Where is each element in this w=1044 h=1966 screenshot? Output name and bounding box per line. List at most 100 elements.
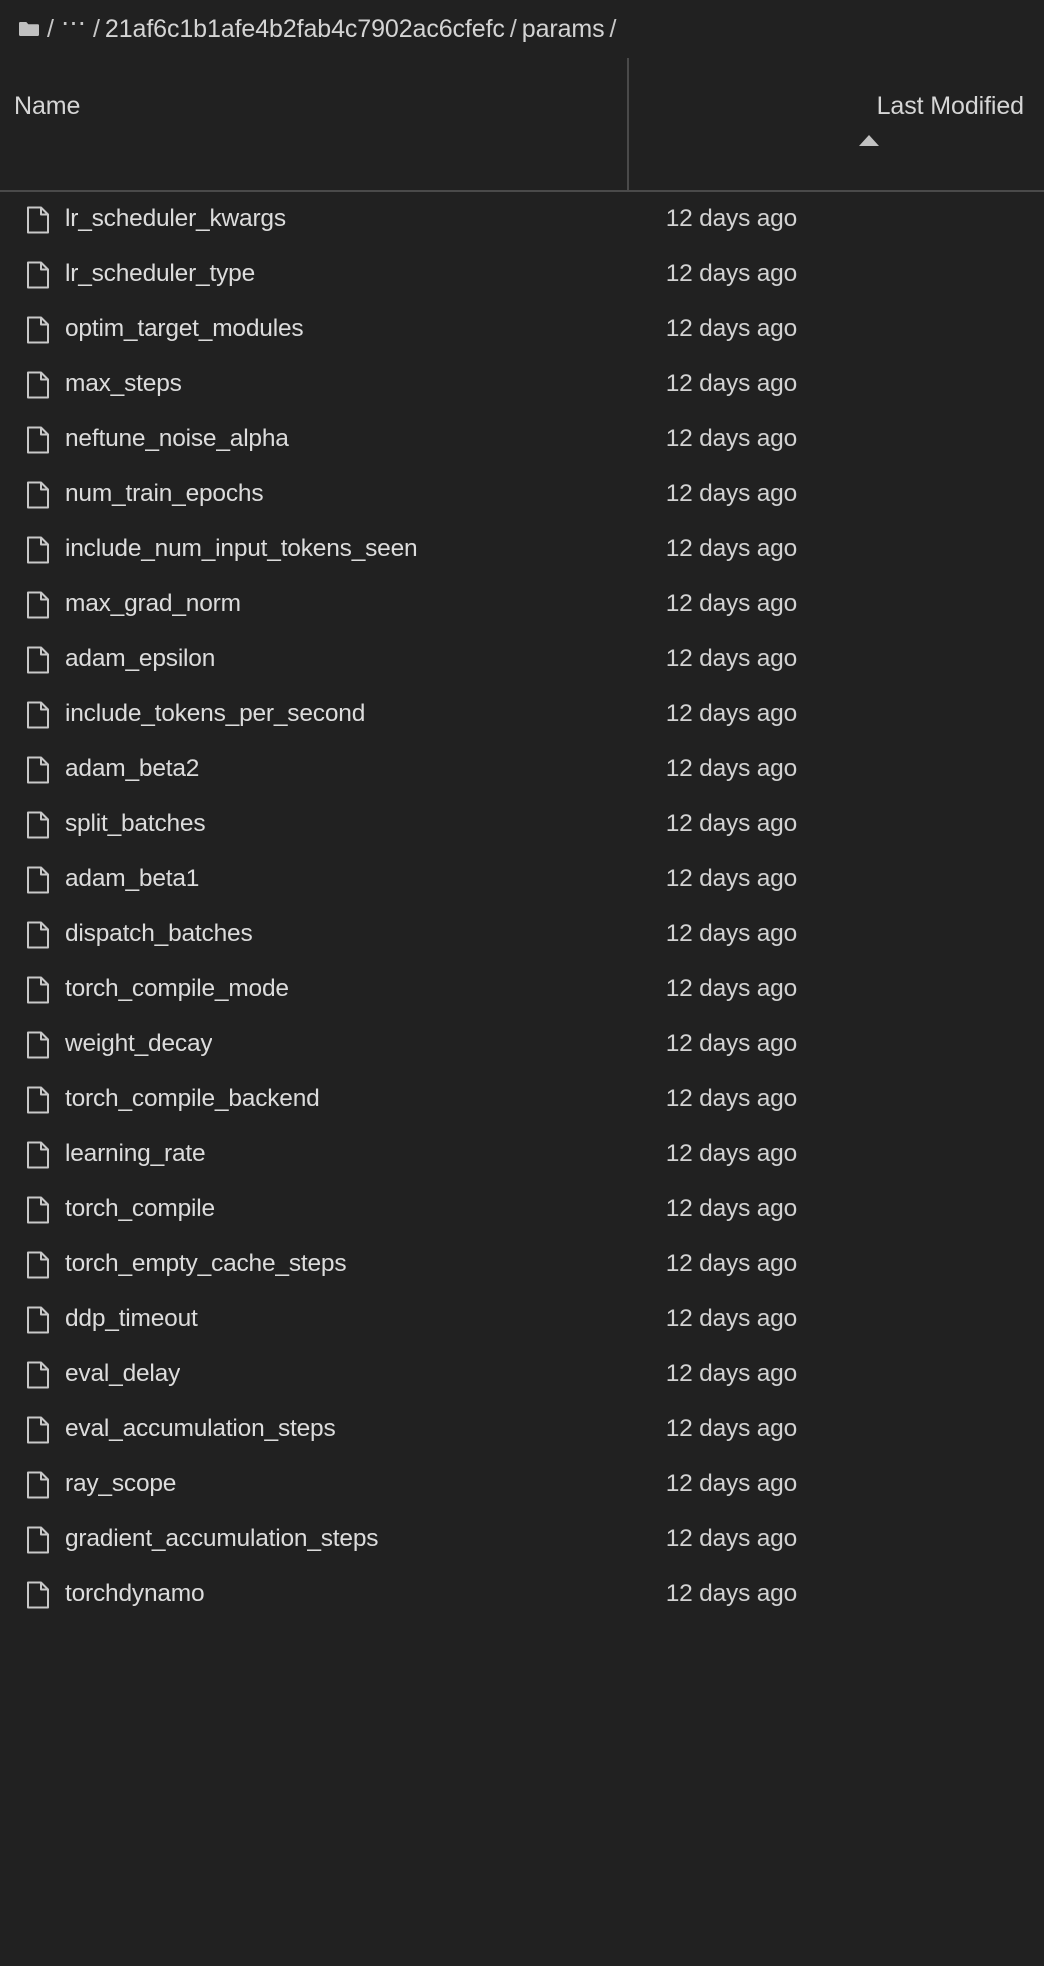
table-row[interactable]: torch_compile_backend 12 days ago <box>0 1072 1044 1127</box>
table-row[interactable]: lr_scheduler_kwargs 12 days ago <box>0 192 1044 247</box>
caret-up-icon <box>859 135 879 146</box>
file-icon <box>27 1471 49 1498</box>
file-last-modified-label: 12 days ago <box>665 920 797 948</box>
breadcrumb-ellipsis[interactable]: ⋯ <box>59 10 88 36</box>
file-name-cell: eval_delay <box>0 1361 627 1389</box>
file-last-modified-label: 12 days ago <box>665 755 797 783</box>
file-last-modified-label: 12 days ago <box>665 1250 797 1278</box>
file-last-modified-label: 12 days ago <box>665 1415 797 1443</box>
table-row[interactable]: weight_decay 12 days ago <box>0 1017 1044 1072</box>
table-row[interactable]: learning_rate 12 days ago <box>0 1127 1044 1182</box>
table-row[interactable]: torch_compile 12 days ago <box>0 1182 1044 1237</box>
table-row[interactable]: dispatch_batches 12 days ago <box>0 907 1044 962</box>
table-row[interactable]: num_train_epochs 12 days ago <box>0 467 1044 522</box>
table-row[interactable]: adam_beta2 12 days ago <box>0 742 1044 797</box>
table-row[interactable]: lr_scheduler_type 12 days ago <box>0 247 1044 302</box>
file-name-label: ddp_timeout <box>65 1307 198 1332</box>
file-name-cell: lr_scheduler_type <box>0 261 627 289</box>
table-row[interactable]: max_steps 12 days ago <box>0 357 1044 412</box>
file-name-cell: lr_scheduler_kwargs <box>0 206 627 234</box>
table-row[interactable]: adam_beta1 12 days ago <box>0 852 1044 907</box>
breadcrumb-item-params[interactable]: params <box>522 16 605 42</box>
file-name-label: ray_scope <box>65 1472 177 1497</box>
table-row[interactable]: ray_scope 12 days ago <box>0 1457 1044 1512</box>
column-header-name-label: Name <box>14 92 81 120</box>
file-icon <box>27 921 49 948</box>
file-last-modified-label: 12 days ago <box>665 425 797 453</box>
file-name-label: adam_epsilon <box>65 647 216 672</box>
file-icon <box>27 1141 49 1168</box>
column-header-name[interactable]: Name <box>0 58 627 190</box>
file-name-cell: weight_decay <box>0 1031 627 1059</box>
file-last-modified-label: 12 days ago <box>665 1030 797 1058</box>
breadcrumb: / ⋯ / 21af6c1b1afe4b2fab4c7902ac6cfefc /… <box>0 0 1044 58</box>
column-header-last-modified[interactable]: Last Modified <box>627 58 1044 190</box>
table-row[interactable]: torch_compile_mode 12 days ago <box>0 962 1044 1017</box>
file-last-modified-label: 12 days ago <box>665 1195 797 1223</box>
file-icon <box>27 701 49 728</box>
file-name-label: include_tokens_per_second <box>65 702 366 727</box>
file-name-label: neftune_noise_alpha <box>65 427 289 452</box>
file-icon <box>27 426 49 453</box>
file-name-label: num_train_epochs <box>65 482 264 507</box>
file-name-label: adam_beta1 <box>65 867 200 892</box>
file-last-modified-label: 12 days ago <box>665 205 797 233</box>
file-last-modified-label: 12 days ago <box>665 370 797 398</box>
table-row[interactable]: max_grad_norm 12 days ago <box>0 577 1044 632</box>
file-name-cell: adam_beta2 <box>0 756 627 784</box>
file-icon <box>27 976 49 1003</box>
file-icon <box>27 536 49 563</box>
file-name-cell: ray_scope <box>0 1471 627 1499</box>
breadcrumb-item-hash[interactable]: 21af6c1b1afe4b2fab4c7902ac6cfefc <box>105 16 505 42</box>
file-name-label: dispatch_batches <box>65 922 253 947</box>
file-icon <box>27 1526 49 1553</box>
file-last-modified-label: 12 days ago <box>665 260 797 288</box>
file-icon <box>27 646 49 673</box>
file-icon <box>27 1251 49 1278</box>
table-row[interactable]: include_num_input_tokens_seen 12 days ag… <box>0 522 1044 577</box>
table-row[interactable]: adam_epsilon 12 days ago <box>0 632 1044 687</box>
file-icon <box>27 206 49 233</box>
file-icon <box>27 1581 49 1608</box>
file-name-cell: torch_compile_mode <box>0 976 627 1004</box>
file-last-modified-label: 12 days ago <box>665 810 797 838</box>
file-last-modified-label: 12 days ago <box>665 700 797 728</box>
table-row[interactable]: torchdynamo 12 days ago <box>0 1567 1044 1622</box>
file-name-label: max_steps <box>65 372 182 397</box>
breadcrumb-separator-1: / <box>92 14 100 43</box>
file-last-modified-label: 12 days ago <box>665 480 797 508</box>
file-name-cell: split_batches <box>0 811 627 839</box>
file-name-label: eval_delay <box>65 1362 181 1387</box>
table-row[interactable]: eval_accumulation_steps 12 days ago <box>0 1402 1044 1457</box>
file-list: lr_scheduler_kwargs 12 days ago lr_sched… <box>0 192 1044 1966</box>
table-row[interactable]: ddp_timeout 12 days ago <box>0 1292 1044 1347</box>
file-name-label: torch_empty_cache_steps <box>65 1252 347 1277</box>
table-row[interactable]: include_tokens_per_second 12 days ago <box>0 687 1044 742</box>
file-icon <box>27 811 49 838</box>
file-name-label: split_batches <box>65 812 206 837</box>
file-icon <box>27 371 49 398</box>
file-icon <box>27 1306 49 1333</box>
folder-icon[interactable] <box>18 20 40 38</box>
file-name-cell: adam_beta1 <box>0 866 627 894</box>
file-icon <box>27 481 49 508</box>
file-last-modified-label: 12 days ago <box>665 645 797 673</box>
file-last-modified-label: 12 days ago <box>665 1305 797 1333</box>
table-row[interactable]: gradient_accumulation_steps 12 days ago <box>0 1512 1044 1567</box>
breadcrumb-separator-2: / <box>509 14 517 43</box>
file-last-modified-label: 12 days ago <box>665 1140 797 1168</box>
file-name-label: eval_accumulation_steps <box>65 1417 336 1442</box>
file-name-label: include_num_input_tokens_seen <box>65 537 418 562</box>
breadcrumb-separator-0: / <box>47 14 54 43</box>
file-name-label: lr_scheduler_kwargs <box>65 207 286 232</box>
table-row[interactable]: neftune_noise_alpha 12 days ago <box>0 412 1044 467</box>
file-last-modified-label: 12 days ago <box>665 535 797 563</box>
table-row[interactable]: eval_delay 12 days ago <box>0 1347 1044 1402</box>
file-name-cell: eval_accumulation_steps <box>0 1416 627 1444</box>
file-icon <box>27 756 49 783</box>
table-row[interactable]: optim_target_modules 12 days ago <box>0 302 1044 357</box>
file-name-cell: include_tokens_per_second <box>0 701 627 729</box>
file-last-modified-label: 12 days ago <box>665 1580 797 1608</box>
table-row[interactable]: split_batches 12 days ago <box>0 797 1044 852</box>
table-row[interactable]: torch_empty_cache_steps 12 days ago <box>0 1237 1044 1292</box>
